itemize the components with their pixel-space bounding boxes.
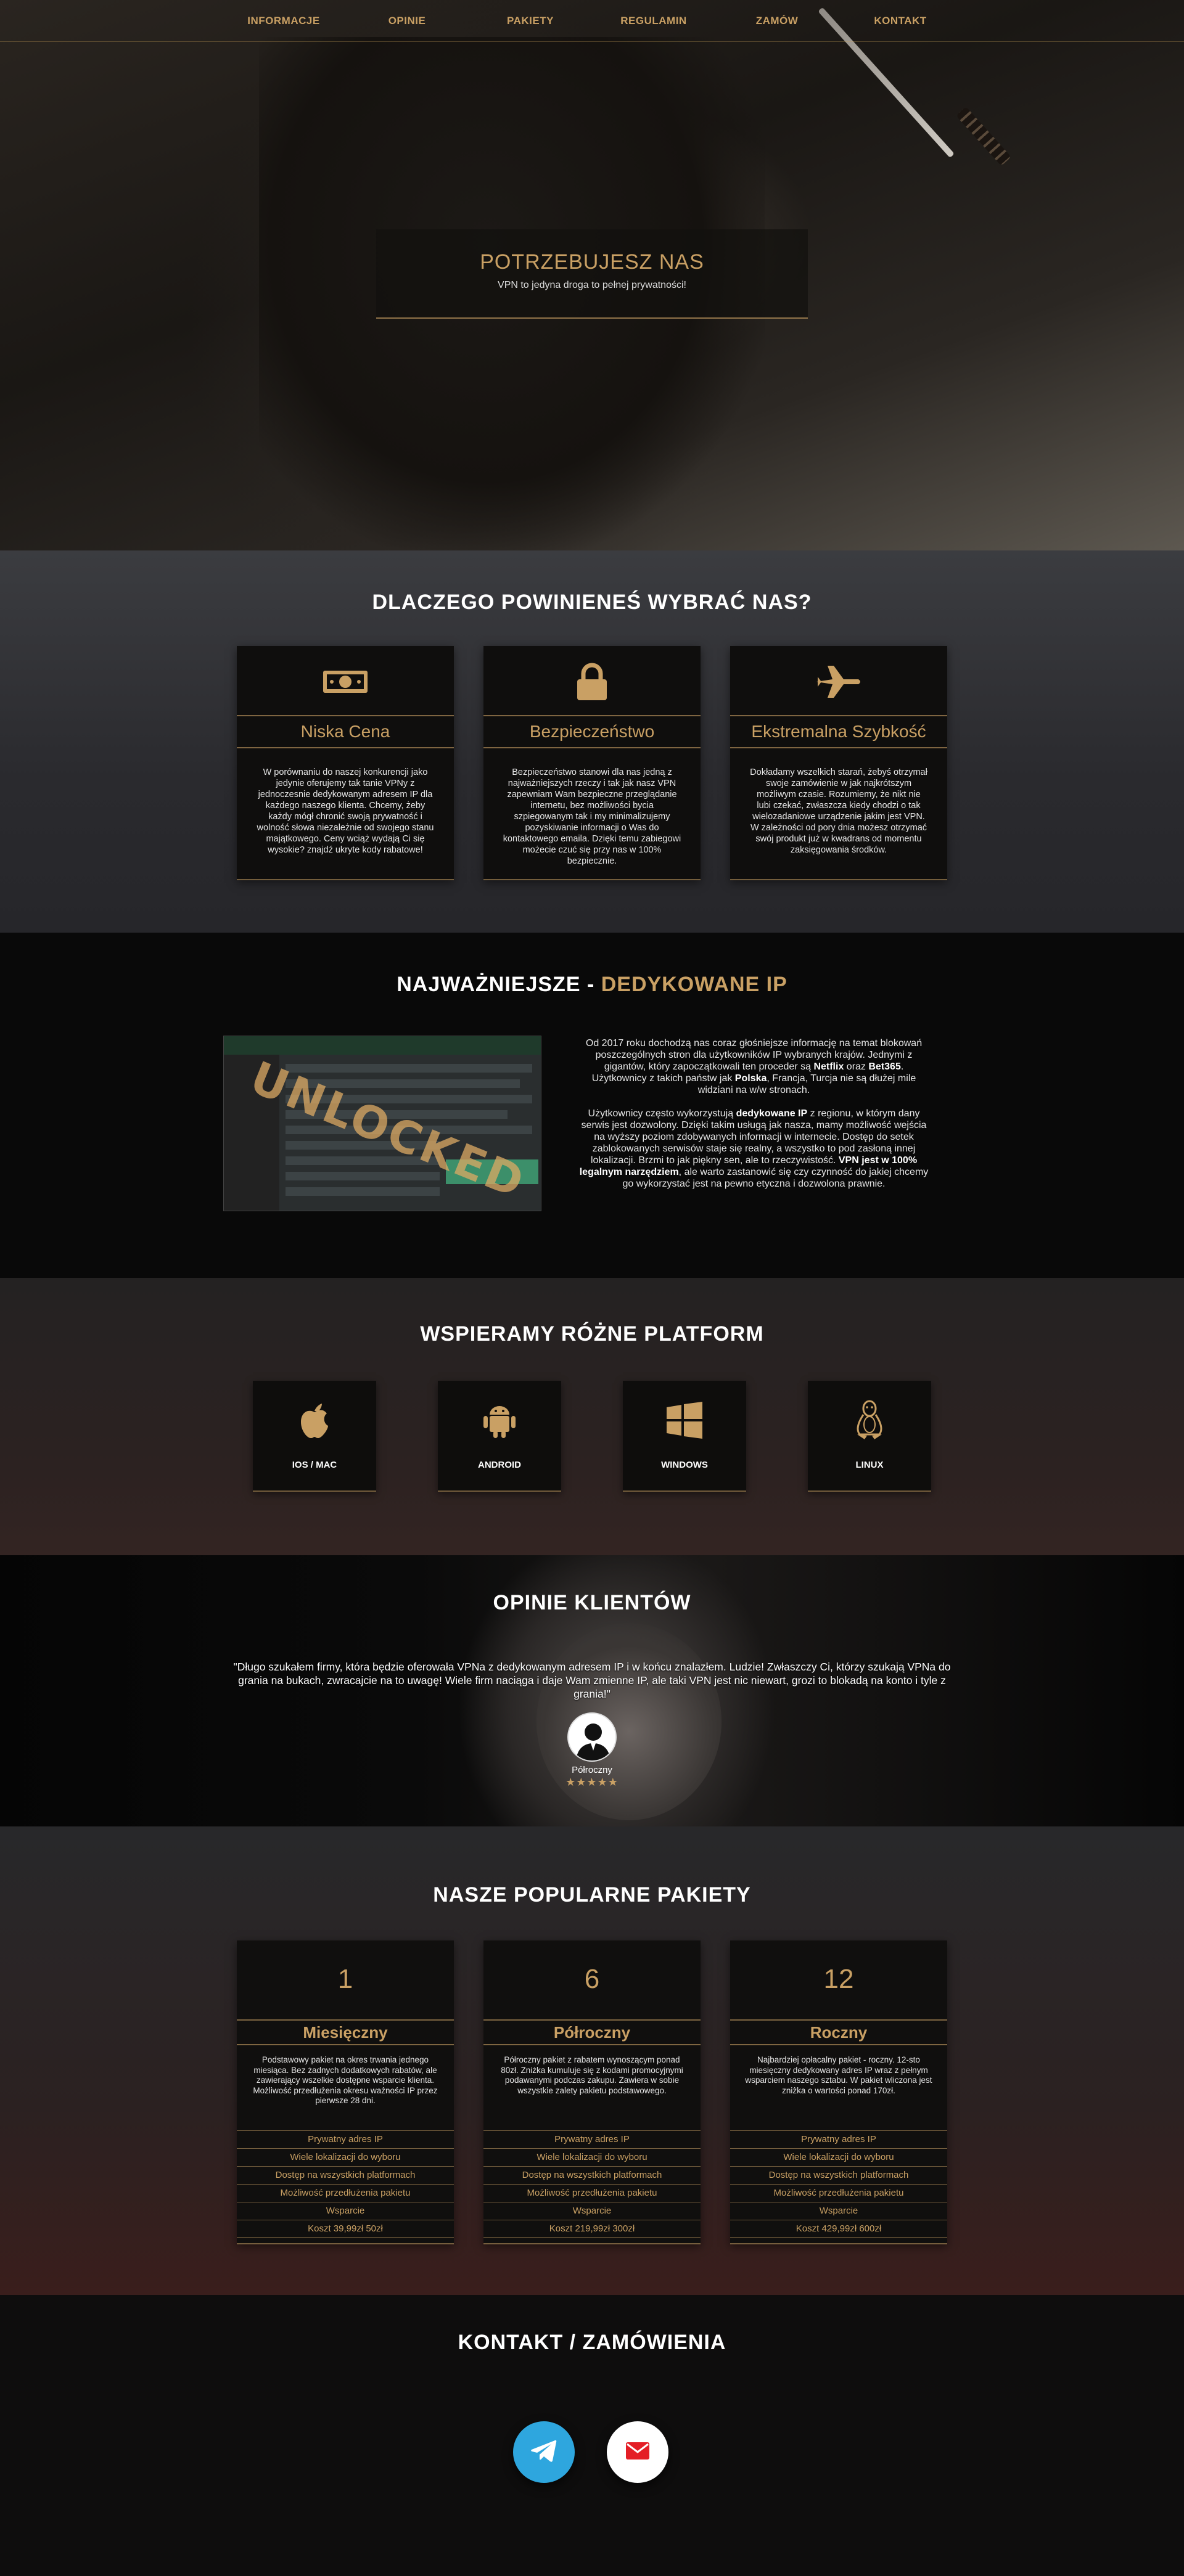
package-card-yearly[interactable]: 12 Roczny Najbardziej opłacalny pakiet -… [730, 1940, 947, 2244]
feature-card-price: Niska Cena W porównaniu do naszej konkur… [237, 646, 454, 880]
package-description: Podstawowy pakiet na okres trwania jedne… [253, 2055, 438, 2105]
feature-text: Bezpieczeństwo stanowi dla nas jedną z n… [503, 767, 681, 866]
nav-regulamin[interactable]: REGULAMIN [592, 15, 715, 27]
package-price: Koszt 39,99zł 50zł [237, 2220, 454, 2238]
platform-card-ios[interactable]: IOS / MAC [253, 1381, 376, 1492]
package-feature: Wiele lokalizacji do wyboru [730, 2148, 947, 2166]
platform-label: ANDROID [478, 1460, 521, 1470]
package-name: Roczny [730, 2019, 947, 2045]
platform-card-android[interactable]: ANDROID [438, 1381, 561, 1492]
testimonial-author: Półroczny [572, 1765, 612, 1775]
dedicated-title-highlight: DEDYKOWANE IP [601, 973, 787, 996]
package-feature: Wiele lokalizacji do wyboru [237, 2148, 454, 2166]
feature-name: Ekstremalna Szybkość [730, 715, 947, 748]
package-feature: Możliwość przedłużenia pakietu [730, 2184, 947, 2202]
opinions-section: OPINIE KLIENTÓW "Długo szukałem firmy, k… [0, 1555, 1184, 1826]
apple-icon [253, 1400, 376, 1440]
hero-title: POTRZEBUJESZ NAS [480, 250, 704, 274]
platform-card-windows[interactable]: WINDOWS [623, 1381, 746, 1492]
package-feature: Prywatny adres IP [237, 2130, 454, 2148]
windows-icon [623, 1400, 746, 1440]
top-nav: INFORMACJE OPINIE PAKIETY REGULAMIN ZAMÓ… [0, 0, 1184, 42]
lock-icon [483, 663, 701, 700]
feature-card-speed: Ekstremalna Szybkość Dokładamy wszelkich… [730, 646, 947, 880]
hero-banner: POTRZEBUJESZ NAS VPN to jedyna droga to … [376, 229, 808, 319]
platform-card-linux[interactable]: LINUX [808, 1381, 931, 1492]
dedicated-paragraph-1: Od 2017 roku dochodzą nas coraz głośniej… [585, 1038, 923, 1095]
contact-title: KONTAKT / ZAMÓWIENIA [458, 2331, 726, 2354]
dedicated-ip-section: NAJWAŻNIEJSZE - DEDYKOWANE IP UNLOCKED O… [0, 933, 1184, 1278]
package-feature: Dostęp na wszystkich platformach [730, 2166, 947, 2184]
package-feature: Dostęp na wszystkich platformach [237, 2166, 454, 2184]
package-feature: Wsparcie [237, 2202, 454, 2220]
platforms-section: WSPIERAMY RÓŻNE PLATFORM IOS / MAC ANDRO… [0, 1278, 1184, 1555]
platform-label: IOS / MAC [292, 1460, 337, 1470]
nav-zamow[interactable]: ZAMÓW [715, 15, 839, 27]
hero-section: POTRZEBUJESZ NAS VPN to jedyna droga to … [0, 0, 1184, 550]
package-name: Półroczny [483, 2019, 701, 2045]
money-icon [237, 663, 454, 700]
opinions-background-image [536, 1623, 722, 1820]
package-feature: Wsparcie [483, 2202, 701, 2220]
opinions-title: OPINIE KLIENTÓW [493, 1591, 691, 1614]
package-feature: Możliwość przedłużenia pakietu [237, 2184, 454, 2202]
feature-name: Niska Cena [237, 715, 454, 748]
telegram-icon [530, 2439, 557, 2466]
unlocked-screenshot-image: UNLOCKED [223, 1036, 541, 1211]
package-feature: Wsparcie [730, 2202, 947, 2220]
dedicated-text: Od 2017 roku dochodzą nas coraz głośniej… [577, 1037, 931, 1190]
platforms-title: WSPIERAMY RÓŻNE PLATFORM [420, 1322, 764, 1346]
package-months: 1 [337, 1964, 353, 1994]
package-feature: Możliwość przedłużenia pakietu [483, 2184, 701, 2202]
why-title: DLACZEGO POWINIENEŚ WYBRAĆ NAS? [372, 591, 812, 614]
package-feature: Wiele lokalizacji do wyboru [483, 2148, 701, 2166]
package-feature: Prywatny adres IP [483, 2130, 701, 2148]
feature-text: Dokładamy wszelkich starań, żebyś otrzym… [750, 767, 927, 855]
package-description: Półroczny pakiet z rabatem wynoszącym po… [501, 2055, 683, 2095]
feature-name: Bezpieczeństwo [483, 715, 701, 748]
package-feature: Dostęp na wszystkich platformach [483, 2166, 701, 2184]
nav-kontakt[interactable]: KONTAKT [839, 15, 962, 27]
mail-button[interactable] [607, 2421, 668, 2483]
package-months: 12 [823, 1964, 854, 1994]
hero-sword-hilt [956, 106, 1011, 166]
nav-informacje[interactable]: INFORMACJE [222, 15, 345, 27]
dedicated-paragraph-2: Użytkownicy często wykorzystują dedykowa… [579, 1108, 929, 1189]
package-features: Prywatny adres IP Wiele lokalizacji do w… [237, 2130, 454, 2238]
package-description: Najbardziej opłacalny pakiet - roczny. 1… [745, 2055, 932, 2095]
dedicated-title: NAJWAŻNIEJSZE - DEDYKOWANE IP [0, 973, 1184, 997]
package-card-monthly[interactable]: 1 Miesięczny Podstawowy pakiet na okres … [237, 1940, 454, 2244]
feature-text: W porównaniu do naszej konkurencji jako … [257, 767, 434, 855]
packages-section: NASZE POPULARNE PAKIETY 1 Miesięczny Pod… [0, 1826, 1184, 2295]
packages-title: NASZE POPULARNE PAKIETY [433, 1883, 751, 1907]
hero-subtitle: VPN to jedyna droga to pełnej prywatnośc… [498, 280, 686, 290]
package-months: 6 [584, 1964, 600, 1994]
package-features: Prywatny adres IP Wiele lokalizacji do w… [730, 2130, 947, 2238]
why-us-section: DLACZEGO POWINIENEŚ WYBRAĆ NAS? Niska Ce… [0, 550, 1184, 933]
android-icon [438, 1400, 561, 1440]
platform-label: LINUX [855, 1460, 884, 1470]
feature-card-security: Bezpieczeństwo Bezpieczeństwo stanowi dl… [483, 646, 701, 880]
plane-icon [730, 663, 947, 700]
package-name: Miesięczny [237, 2019, 454, 2045]
package-features: Prywatny adres IP Wiele lokalizacji do w… [483, 2130, 701, 2238]
nav-pakiety[interactable]: PAKIETY [469, 15, 592, 27]
nav-opinie[interactable]: OPINIE [345, 15, 469, 27]
linux-icon [808, 1400, 931, 1440]
package-card-halfyear[interactable]: 6 Półroczny Półroczny pakiet z rabatem w… [483, 1940, 701, 2244]
platform-label: WINDOWS [661, 1460, 708, 1470]
testimonial-quote: "Długo szukałem firmy, która będzie ofer… [233, 1661, 951, 1700]
dedicated-title-prefix: NAJWAŻNIEJSZE - [397, 973, 601, 996]
package-feature: Prywatny adres IP [730, 2130, 947, 2148]
avatar [567, 1712, 617, 1762]
mail-icon [625, 2442, 650, 2463]
package-price: Koszt 219,99zł 300zł [483, 2220, 701, 2238]
contact-section: KONTAKT / ZAMÓWIENIA [0, 2295, 1184, 2576]
package-price: Koszt 429,99zł 600zł [730, 2220, 947, 2238]
telegram-button[interactable] [513, 2421, 575, 2483]
star-rating-icon: ★★★★★ [565, 1776, 619, 1788]
